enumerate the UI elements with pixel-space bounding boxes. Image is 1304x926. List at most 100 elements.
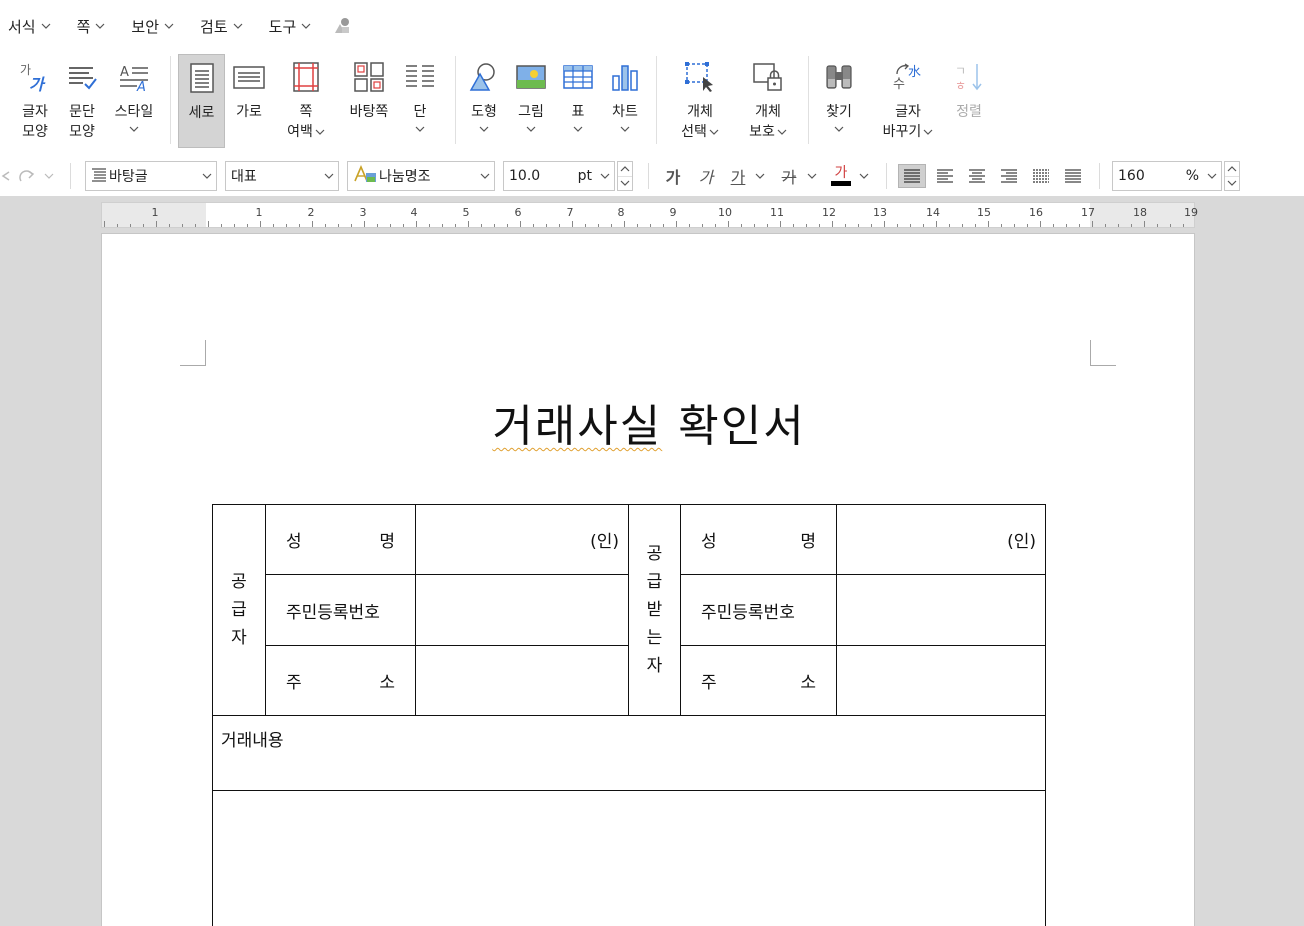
font-value: 나눔명조 <box>379 169 431 185</box>
receiver-id-cell[interactable] <box>836 574 1046 646</box>
receiver-id-label-cell[interactable]: 주민등록번호 <box>680 574 837 646</box>
ruler-tick <box>429 224 430 227</box>
document-workspace[interactable]: 1 1 2 3 4 5 6 7 8 9 10 11 12 13 14 15 16 17 18 19 거래사실 확인서 … <box>0 196 1304 926</box>
columns-button[interactable]: 단 <box>400 54 440 148</box>
document-page[interactable]: 거래사실 확인서 공 급 자 성명 (인) 공 급 받 는 자 성 명 (인) … <box>101 233 1195 926</box>
chevron-down-icon[interactable] <box>752 164 768 188</box>
columns-label: 단 <box>413 104 427 120</box>
underline-button[interactable]: 가 <box>725 164 751 188</box>
receiver-address-cell[interactable] <box>836 645 1046 716</box>
receiver-name-label-cell[interactable]: 성명 <box>680 504 837 575</box>
menu-security[interactable]: 보안 <box>131 16 174 37</box>
menu-review[interactable]: 검토 <box>200 16 243 37</box>
chevron-down-icon[interactable] <box>42 164 56 188</box>
align-distribute-button[interactable] <box>1027 164 1055 188</box>
paragraph-style-select[interactable]: 바탕글 <box>85 161 217 191</box>
horizontal-ruler[interactable]: 1 1 2 3 4 5 6 7 8 9 10 11 12 13 14 15 16 17 18 19 <box>101 202 1198 228</box>
chevron-down-icon[interactable] <box>856 164 872 188</box>
transaction-table[interactable]: 공 급 자 성명 (인) 공 급 받 는 자 성명 (인) 주민등록번호 주민등… <box>212 504 1046 926</box>
ruler-tick <box>1131 224 1132 227</box>
char-shape-button[interactable]: 가가 글자 모양 <box>14 54 56 148</box>
redo-icon[interactable] <box>16 164 38 188</box>
ruler-label: 6 <box>514 206 522 219</box>
ruler-tick <box>273 224 274 227</box>
chevron-down-icon[interactable] <box>1225 175 1239 191</box>
page-margin-label-2: 여백 <box>287 124 313 140</box>
char-shape-label-1: 글자 <box>22 104 48 120</box>
zoom-stepper[interactable] <box>1224 161 1240 191</box>
para-shape-button[interactable]: 문단 모양 <box>60 54 104 148</box>
table-button[interactable]: 표 <box>558 54 598 148</box>
master-page-button[interactable]: 바탕쪽 <box>343 54 395 148</box>
ruler-tick <box>975 224 976 227</box>
landscape-button[interactable]: 가로 <box>228 54 270 148</box>
receiver-header-cell[interactable]: 공 급 받 는 자 <box>628 504 681 716</box>
document-title[interactable]: 거래사실 확인서 <box>102 390 1196 454</box>
receiver-address-label-cell[interactable]: 주소 <box>680 645 837 716</box>
ruler-tick <box>442 224 443 227</box>
italic-button[interactable]: 가 <box>693 164 719 188</box>
supplier-address-label-cell[interactable]: 주소 <box>265 645 416 716</box>
align-right-button[interactable] <box>995 164 1023 188</box>
align-left-button[interactable] <box>931 164 959 188</box>
object-select-button[interactable]: 개체 선택 <box>672 54 728 148</box>
char-replace-button[interactable]: 수水 글자 바꾸기 <box>878 54 938 148</box>
font-color-glyph: 가 <box>834 165 848 181</box>
font-size-input[interactable]: 10.0 pt <box>503 161 615 191</box>
chevron-down-icon <box>573 122 583 136</box>
chevron-up-icon[interactable] <box>618 162 632 176</box>
ruler-tick <box>793 224 794 227</box>
find-button[interactable]: 찾기 <box>818 54 860 148</box>
page-margin-button[interactable]: 쪽 여백 <box>278 54 334 148</box>
menu-format[interactable]: 서식 <box>8 16 51 37</box>
chevron-down-icon[interactable] <box>804 164 820 188</box>
ruler-tick <box>715 224 716 227</box>
supplier-header-cell[interactable]: 공 급 자 <box>212 504 266 716</box>
strikethrough-button[interactable]: 가 <box>776 164 802 188</box>
chevron-up-icon[interactable] <box>1225 162 1239 176</box>
object-protect-button[interactable]: 개체 보호 <box>740 54 796 148</box>
chevron-down-icon[interactable] <box>618 175 632 191</box>
font-color-button[interactable]: 가 <box>828 164 854 188</box>
font-language-select[interactable]: 대표 <box>225 161 339 191</box>
font-size-stepper[interactable] <box>617 161 633 191</box>
page-margin-icon <box>289 60 323 94</box>
supplier-id-label-cell[interactable]: 주민등록번호 <box>265 574 416 646</box>
shape-button[interactable]: 도형 <box>464 54 504 148</box>
ribbon-divider <box>455 56 456 144</box>
table-row <box>212 790 1046 926</box>
chart-button[interactable]: 차트 <box>605 54 645 148</box>
portrait-button[interactable]: 세로 <box>178 54 225 148</box>
chevron-down-icon <box>620 122 630 136</box>
picture-button[interactable]: 그림 <box>511 54 551 148</box>
style-button[interactable]: AA 스타일 <box>108 54 160 148</box>
chevron-down-icon <box>301 21 311 31</box>
font-select[interactable]: 나눔명조 <box>347 161 495 191</box>
menu-tools[interactable]: 도구 <box>269 16 312 37</box>
zoom-input[interactable]: 160 % <box>1112 161 1222 191</box>
ruler-tick <box>481 224 482 227</box>
content-body-cell[interactable] <box>212 790 1046 926</box>
supplier-id-cell[interactable] <box>415 574 629 646</box>
address-label-a: 주 <box>286 673 302 693</box>
bold-button[interactable]: 가 <box>660 164 686 188</box>
align-justify-button[interactable] <box>898 164 926 188</box>
ruler-tick <box>364 221 365 227</box>
align-center-button[interactable] <box>963 164 991 188</box>
align-divide-button[interactable] <box>1059 164 1087 188</box>
ruler-tick <box>1001 224 1002 227</box>
chevron-down-icon <box>479 122 489 136</box>
receiver-name-cell[interactable]: (인) <box>836 504 1046 575</box>
ruler-label: 3 <box>359 206 367 219</box>
bar-chart-icon <box>608 60 642 94</box>
menu-page[interactable]: 쪽 <box>77 16 106 37</box>
supplier-name-label-cell[interactable]: 성명 <box>265 504 416 575</box>
user-shapes-icon[interactable] <box>331 15 353 37</box>
ruler-tick <box>1027 224 1028 227</box>
content-header-cell[interactable]: 거래내용 <box>212 715 1046 791</box>
sort-button[interactable]: ㄱㅎ 정렬 <box>948 54 990 148</box>
undo-icon[interactable] <box>0 164 10 188</box>
supplier-name-cell[interactable]: (인) <box>415 504 629 575</box>
supplier-address-cell[interactable] <box>415 645 629 716</box>
ruler-tick <box>403 224 404 227</box>
